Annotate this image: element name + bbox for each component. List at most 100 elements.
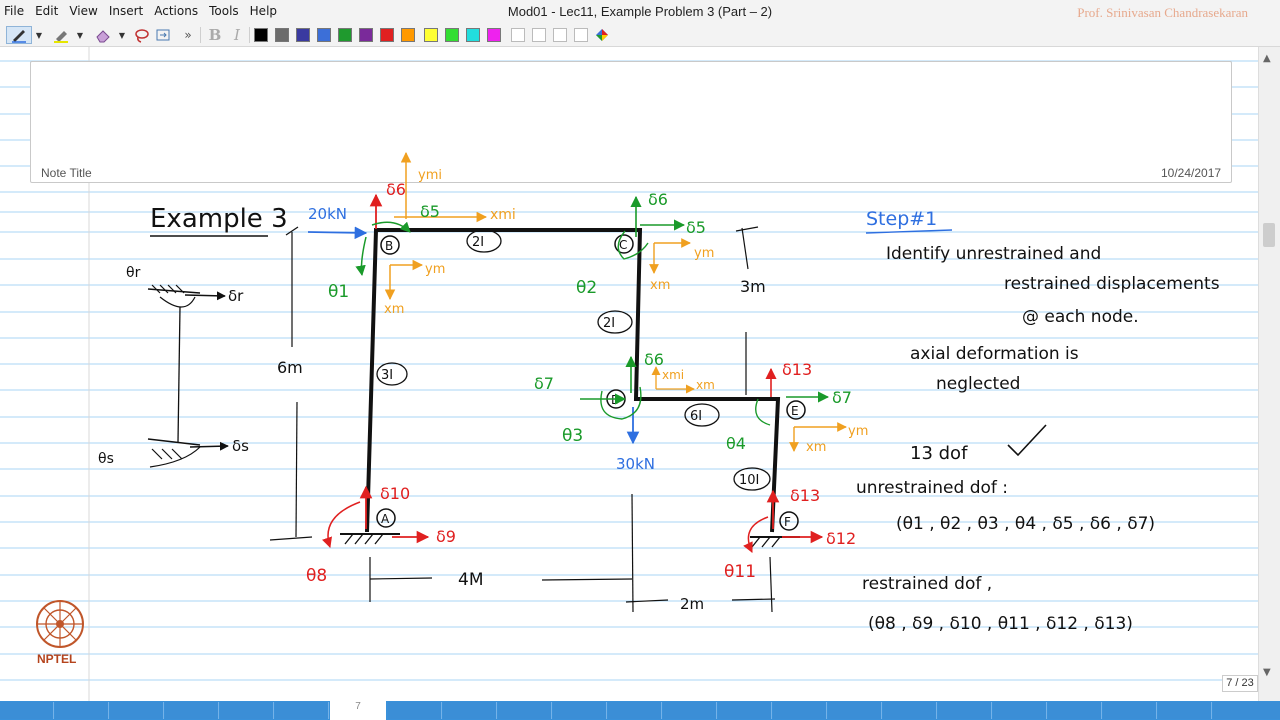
side-member	[177, 306, 181, 443]
color-swatch-purple[interactable]	[359, 28, 373, 42]
side-delta-r: δr	[228, 287, 244, 305]
b-delta5: δ5	[420, 202, 440, 221]
lasso-button[interactable]	[132, 26, 152, 44]
note-page[interactable]: Note Title 10/24/2017 Example 3 θr δr θs…	[0, 47, 1258, 701]
color-swatch-gray[interactable]	[275, 28, 289, 42]
step-line1: Identify unrestrained and	[886, 244, 1101, 264]
b-delta6: δ6	[386, 180, 406, 199]
scroll-down-icon[interactable]: ▼	[1263, 667, 1271, 678]
c-xm-label: xm	[650, 278, 670, 293]
highlighter-dropdown-icon[interactable]: ▼	[74, 26, 86, 44]
e-delta13: δ13	[782, 360, 812, 379]
title-bar: File Edit View Insert Actions Tools Help…	[0, 0, 1280, 24]
c-ym-label: ym	[694, 246, 714, 261]
eraser-icon	[96, 30, 110, 43]
theta4-label: θ4	[726, 434, 746, 453]
a-delta9: δ9	[436, 527, 456, 546]
side-delta-s: δs	[232, 437, 249, 455]
example-heading: Example 3	[150, 204, 288, 234]
palette-icon	[596, 29, 608, 41]
toolbar-divider	[249, 27, 250, 43]
pen-tool-button[interactable]	[6, 26, 32, 44]
color-swatch-cyan[interactable]	[466, 28, 480, 42]
eraser-dropdown-icon[interactable]: ▼	[116, 26, 128, 44]
eraser-button[interactable]	[92, 26, 114, 44]
c-delta6: δ6	[648, 190, 668, 209]
stiffness-ab: 3I	[381, 368, 393, 383]
e-delta7: δ7	[832, 388, 852, 407]
span-de-label: 2m	[680, 595, 704, 613]
color-swatch-navy[interactable]	[296, 28, 310, 42]
handwritten-notes: Example 3 θr δr θs δs 6m 3m 4M 2m B C D …	[98, 151, 1220, 634]
b-ymi-label: ymi	[418, 168, 442, 183]
page-indicator: 7 / 23	[1222, 675, 1258, 692]
node-b-label: B	[385, 239, 393, 253]
d-delta6: δ6	[644, 350, 664, 369]
scrollbar-thumb[interactable]	[1263, 223, 1275, 247]
color-swatch-empty[interactable]	[553, 28, 567, 42]
f-delta13: δ13	[790, 486, 820, 505]
node-f-label: F	[784, 515, 791, 529]
color-swatch-green[interactable]	[338, 28, 352, 42]
color-swatch-empty[interactable]	[574, 28, 588, 42]
node-d-label: D	[611, 393, 620, 407]
d-delta7: δ7	[534, 374, 554, 393]
axial-line1: axial deformation is	[910, 344, 1079, 364]
theta2-label: θ2	[576, 278, 597, 298]
color-swatch-blue[interactable]	[317, 28, 331, 42]
vertical-scrollbar[interactable]: ▲ ▼	[1258, 47, 1280, 701]
insert-space-icon	[156, 29, 170, 41]
stiffness-cd: 2I	[603, 316, 615, 331]
step-line2: restrained displacements	[1004, 274, 1220, 294]
height-right-label: 3m	[740, 277, 766, 296]
height-left-label: 6m	[277, 358, 303, 377]
b-xmi-label: xmi	[490, 207, 516, 223]
nptel-logo	[36, 600, 84, 648]
bold-button[interactable]: B	[206, 26, 224, 44]
color-swatch-orange[interactable]	[401, 28, 415, 42]
node-a-label: A	[381, 512, 390, 526]
slide-number: 7	[330, 701, 386, 720]
step-line3: @ each node.	[1022, 307, 1139, 327]
d-xmi-label: xmi	[662, 368, 684, 382]
color-swatch-red[interactable]	[380, 28, 394, 42]
scroll-up-icon[interactable]: ▲	[1263, 53, 1271, 64]
stiffness-de: 6I	[690, 409, 702, 424]
a-delta10: δ10	[380, 484, 410, 503]
dof-count: 13 dof	[910, 443, 968, 464]
side-theta-s: θs	[98, 451, 114, 467]
load-b-label: 20kN	[308, 205, 347, 223]
node-e-label: E	[791, 404, 799, 418]
color-swatch-empty[interactable]	[532, 28, 546, 42]
insert-space-button[interactable]	[153, 26, 173, 44]
pen-dropdown-icon[interactable]: ▼	[33, 26, 45, 44]
f-delta12: δ12	[826, 529, 856, 548]
more-tools-icon[interactable]: »	[180, 26, 196, 44]
b-xm-label: xm	[384, 302, 404, 317]
color-swatch-empty[interactable]	[511, 28, 525, 42]
theta11-label: θ11	[724, 562, 756, 582]
theta1-label: θ1	[328, 282, 349, 302]
restrained-label: restrained dof ,	[862, 574, 992, 594]
author-name: Prof. Srinivasan Chandrasekaran	[1077, 5, 1248, 20]
toolbar-divider	[200, 27, 201, 43]
color-palette-button[interactable]	[593, 26, 611, 44]
load-d-label: 30kN	[616, 455, 655, 473]
color-swatch-black[interactable]	[254, 28, 268, 42]
b-ym-label: ym	[425, 262, 445, 277]
c-delta5: δ5	[686, 218, 706, 237]
bottom-bar: 7	[0, 701, 1280, 720]
d-xm-label: xm	[696, 378, 715, 392]
stiffness-ef: 10I	[739, 473, 759, 488]
e-ym-label: ym	[848, 424, 868, 439]
nptel-logo-text: NPTEL	[37, 652, 77, 666]
theta3-label: θ3	[562, 426, 583, 446]
color-swatch-magenta[interactable]	[487, 28, 501, 42]
color-swatch-lime[interactable]	[445, 28, 459, 42]
italic-button[interactable]: I	[228, 26, 246, 44]
side-theta-r: θr	[126, 265, 141, 281]
highlighter-button[interactable]	[50, 26, 72, 44]
pen-icon	[12, 30, 26, 43]
load-arrow-b	[307, 226, 368, 240]
color-swatch-yellow[interactable]	[424, 28, 438, 42]
